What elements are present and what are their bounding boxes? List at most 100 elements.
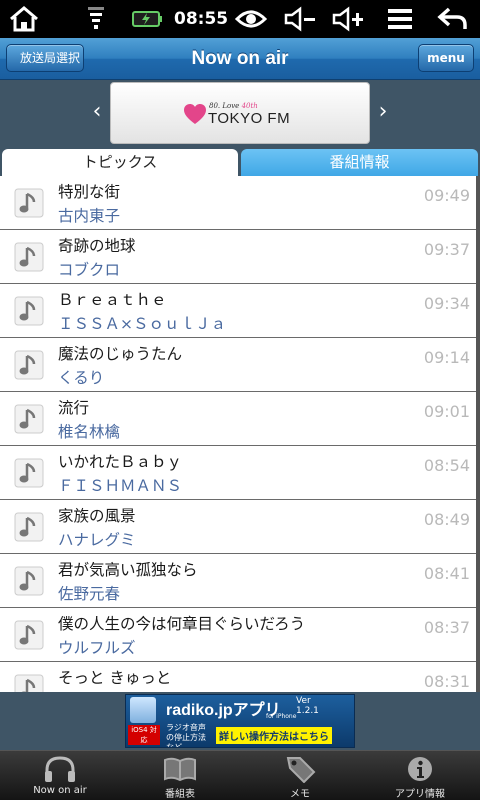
- list-item[interactable]: 奇跡の地球 コブクロ 09:37: [0, 230, 476, 284]
- ios-badge: iOS4 対応: [128, 725, 160, 745]
- song-artist: ウルフルズ: [58, 639, 136, 657]
- station-select-label: 放送局選択: [19, 51, 80, 65]
- phone-icon: [130, 697, 156, 723]
- content-tabs: トピックス 番組情報: [0, 148, 480, 176]
- list-item[interactable]: 流行 椎名林檎 09:01: [0, 392, 476, 446]
- list-item[interactable]: そっと きゅっと 08:31: [0, 662, 476, 692]
- tab-memo[interactable]: メモ: [240, 751, 360, 800]
- song-artist: 椎名林檎: [58, 423, 121, 441]
- song-artist: ＩＳＳＡ×ＳｏｕｌＪａ: [58, 315, 226, 333]
- music-note-icon: [14, 620, 44, 650]
- song-artist: 佐野元春: [58, 585, 121, 603]
- song-title: 魔法のじゅうたん: [58, 345, 183, 363]
- music-note-icon: [14, 350, 44, 380]
- scrollbar-thumb[interactable]: [476, 176, 480, 692]
- tab-program-guide[interactable]: 番組表: [120, 751, 240, 800]
- volume-down-icon[interactable]: [282, 4, 318, 34]
- ad-version: Ver 1.2.1: [296, 696, 319, 716]
- next-station-button[interactable]: ›: [368, 96, 398, 128]
- station-selector: ‹ 80. Love 40th TOKYO FM ›: [0, 80, 480, 148]
- info-icon: [408, 757, 432, 781]
- song-time: 09:34: [423, 294, 470, 313]
- tab-label: メモ: [290, 789, 310, 800]
- heart-icon: [184, 104, 206, 124]
- list-item[interactable]: 特別な街 古内東子 09:49: [0, 176, 476, 230]
- song-time: 08:54: [423, 456, 470, 475]
- song-artist: くるり: [58, 369, 105, 387]
- logo-tagline-accent: 40th: [241, 102, 258, 110]
- page-title: Now on air: [191, 48, 289, 69]
- menu-button-label: menu: [427, 51, 465, 65]
- ad-for-label: for iPhone: [266, 713, 297, 720]
- ad-brand: radiko.jpアプリ: [166, 702, 281, 719]
- song-time: 09:49: [423, 186, 470, 205]
- station-select-button[interactable]: 放送局選択: [6, 44, 84, 72]
- tab-label: Now on air: [33, 785, 87, 796]
- song-time: 08:31: [423, 672, 470, 691]
- clock: 08:55: [174, 9, 229, 29]
- song-title: Ｂｒｅａｔｈｅ: [58, 291, 167, 309]
- ad-banner[interactable]: iOS4 対応 radiko.jpアプリ Ver 1.2.1 for iPhon…: [125, 694, 355, 748]
- menu-icon[interactable]: [384, 4, 416, 34]
- song-title: 君が気高い孤独なら: [58, 561, 198, 579]
- music-note-icon: [14, 404, 44, 434]
- list-item[interactable]: 家族の風景 ハナレグミ 08:49: [0, 500, 476, 554]
- back-icon[interactable]: [436, 4, 470, 34]
- song-time: 09:14: [423, 348, 470, 367]
- previous-station-button[interactable]: ‹: [82, 96, 112, 128]
- list-item[interactable]: 君が気高い孤独なら 佐野元春 08:41: [0, 554, 476, 608]
- song-artist: ＦＩＳＨＭＡＮＳ: [58, 477, 183, 495]
- tab-label: アプリ情報: [395, 789, 445, 800]
- list-item[interactable]: 僕の人生の今は何章目ぐらいだろう ウルフルズ 08:37: [0, 608, 476, 662]
- wifi-icon: [84, 4, 108, 34]
- list-item[interactable]: Ｂｒｅａｔｈｅ ＩＳＳＡ×ＳｏｕｌＪａ 09:34: [0, 284, 476, 338]
- ad-version-line2: 1.2.1: [296, 706, 319, 716]
- music-note-icon: [14, 242, 44, 272]
- list-item[interactable]: 魔法のじゅうたん くるり 09:14: [0, 338, 476, 392]
- eye-icon[interactable]: [234, 4, 268, 34]
- chevron-right-icon: ›: [378, 99, 388, 124]
- tab-app-info[interactable]: アプリ情報: [360, 751, 480, 800]
- chevron-left-icon: ‹: [92, 99, 102, 124]
- song-title: 奇跡の地球: [58, 237, 136, 255]
- song-time: 08:49: [423, 510, 470, 529]
- song-artist: コブクロ: [58, 261, 121, 279]
- tab-label: 番組表: [165, 789, 195, 800]
- song-time: 09:37: [423, 240, 470, 259]
- status-bar: 08:55: [0, 0, 480, 38]
- tab-now-on-air[interactable]: Now on air: [0, 751, 120, 800]
- song-artist: 古内東子: [58, 207, 121, 225]
- logo-tagline: 80. Love 40th: [209, 102, 258, 110]
- music-note-icon: [14, 296, 44, 326]
- station-logo: 80. Love 40th TOKYO FM: [110, 82, 370, 144]
- headphones-icon: [45, 756, 75, 782]
- logo-tagline-prefix: 80. Love: [209, 102, 240, 110]
- station-name: TOKYO FM: [208, 110, 291, 127]
- book-icon: [164, 757, 196, 782]
- home-icon[interactable]: [6, 4, 42, 34]
- music-note-icon: [14, 512, 44, 542]
- song-title: 流行: [58, 399, 90, 417]
- tab-programs[interactable]: 番組情報: [241, 149, 478, 176]
- ad-link[interactable]: 詳しい操作方法はこちら: [216, 727, 332, 744]
- volume-up-icon[interactable]: [330, 4, 366, 34]
- battery-icon: [130, 4, 164, 34]
- song-list[interactable]: 特別な街 古内東子 09:49 奇跡の地球 コブクロ 09:37 Ｂｒｅａｔｈｅ…: [0, 176, 480, 692]
- tag-icon: [286, 757, 316, 783]
- song-time: 09:01: [423, 402, 470, 421]
- navigation-bar: 放送局選択 Now on air menu: [0, 38, 480, 80]
- ad-area: iOS4 対応 radiko.jpアプリ Ver 1.2.1 for iPhon…: [0, 692, 480, 750]
- song-title: そっと きゅっと: [58, 669, 172, 687]
- song-title: 僕の人生の今は何章目ぐらいだろう: [58, 615, 306, 633]
- song-time: 08:37: [423, 618, 470, 637]
- app-screen: 08:55 放送局選択 Now on air menu ‹ 80. Love 4…: [0, 0, 480, 800]
- song-title: 家族の風景: [58, 507, 136, 525]
- song-title: 特別な街: [58, 183, 121, 201]
- ad-subtext: ラジオ音声の停止方法など: [166, 723, 206, 748]
- bottom-tab-bar: Now on air 番組表 メモ アプリ情報: [0, 750, 480, 800]
- song-artist: ハナレグミ: [58, 531, 136, 549]
- tab-topics[interactable]: トピックス: [2, 149, 238, 176]
- menu-button[interactable]: menu: [418, 44, 474, 72]
- list-item[interactable]: いかれたＢａｂｙ ＦＩＳＨＭＡＮＳ 08:54: [0, 446, 476, 500]
- music-note-icon: [14, 566, 44, 596]
